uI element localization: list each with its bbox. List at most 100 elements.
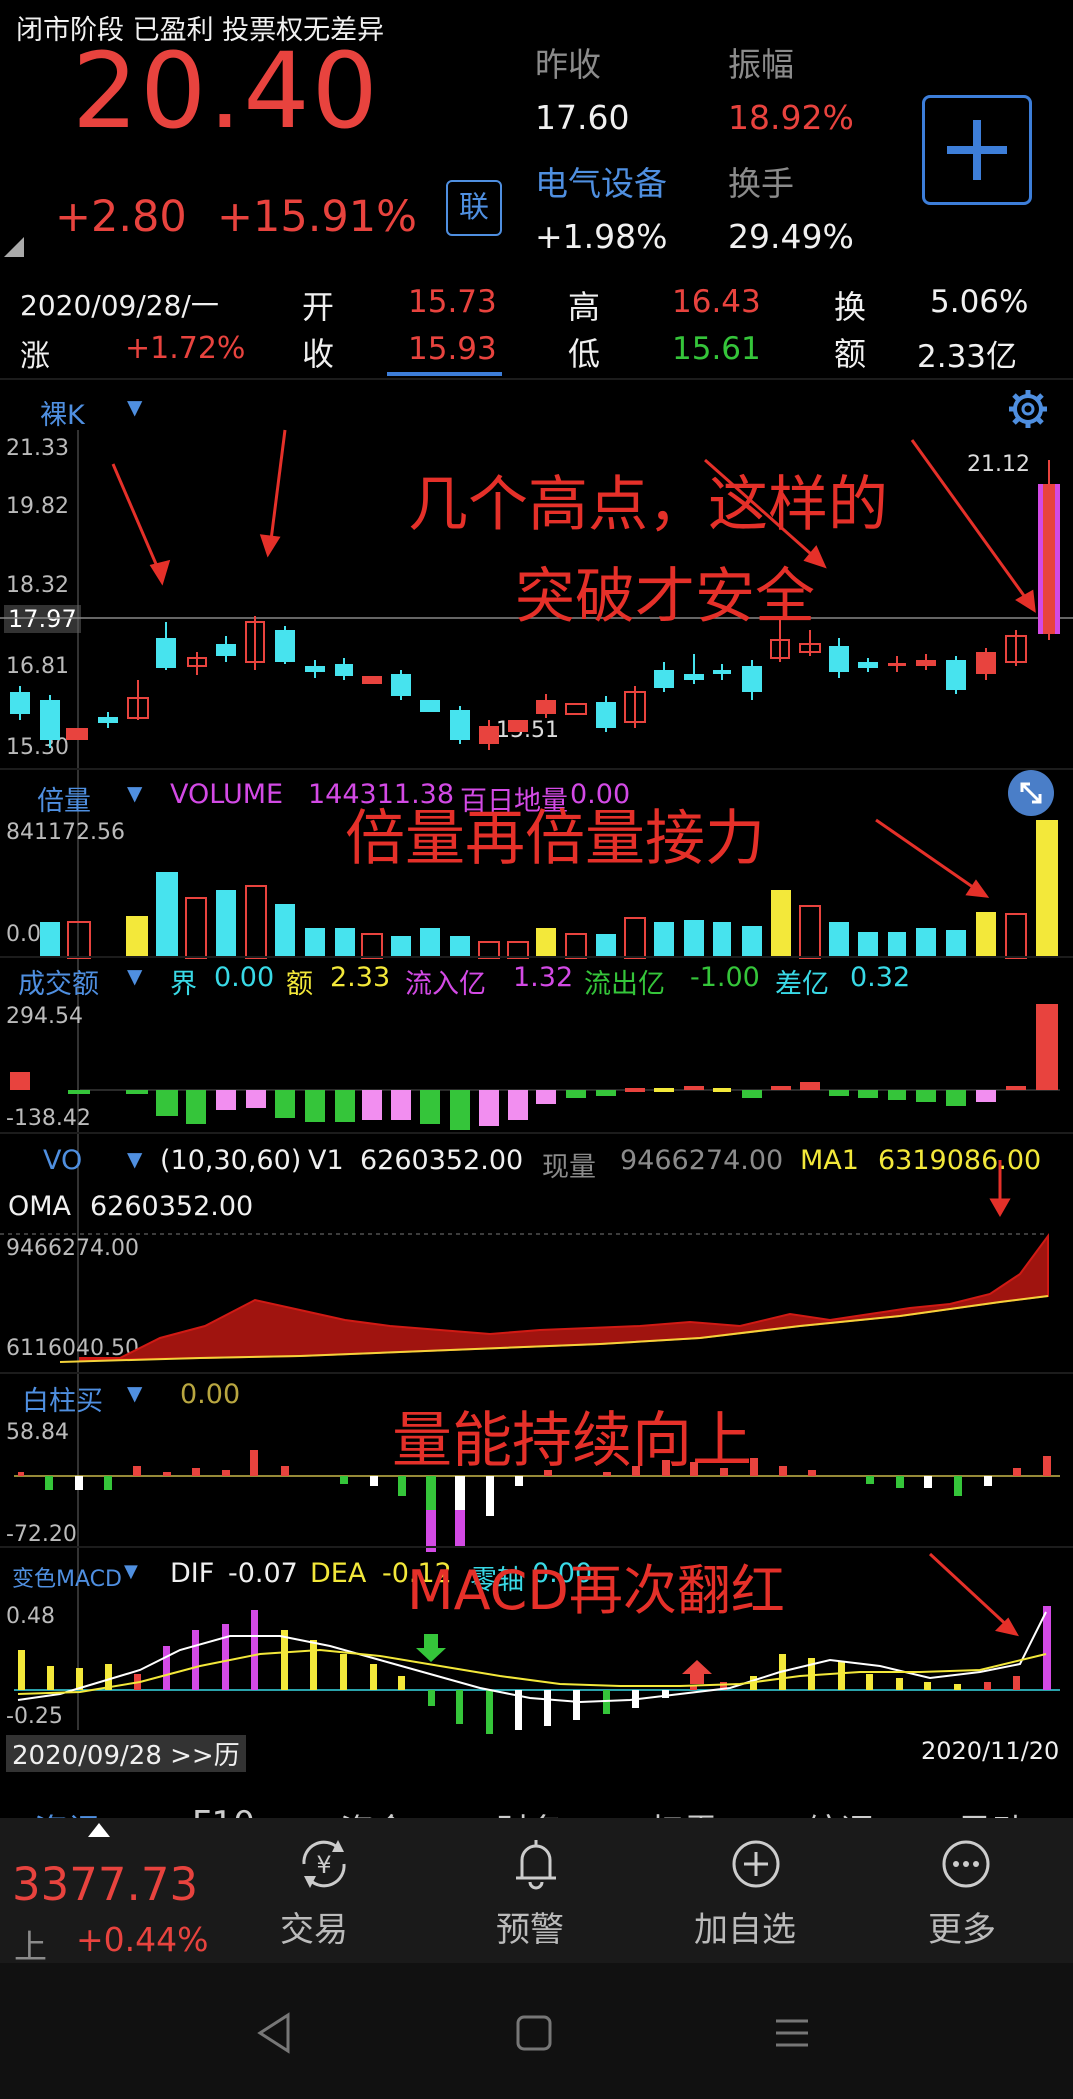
kline-annotation-line1: 几个高点，这样的 bbox=[408, 470, 888, 540]
open-label: 开 bbox=[302, 288, 335, 326]
in-value: 1.32 bbox=[513, 962, 574, 993]
turnover-chart bbox=[10, 1004, 1060, 1130]
lian-badge[interactable]: 联 bbox=[446, 180, 502, 236]
more-button[interactable]: 更多 bbox=[906, 1836, 1026, 1954]
alert-label: 预警 bbox=[496, 1910, 564, 1950]
amplitude-value: 18.92% bbox=[728, 98, 854, 137]
chevron-down-icon[interactable]: ▼ bbox=[127, 1147, 142, 1171]
zhang-label: 涨 bbox=[20, 339, 50, 374]
jie-label: 界 bbox=[170, 969, 197, 1000]
prev-close-label: 昨收 bbox=[535, 45, 601, 84]
sector-change: +1.98% bbox=[535, 217, 668, 256]
macd-dif-value: -0.07 bbox=[228, 1558, 298, 1589]
high-value: 16.43 bbox=[672, 284, 761, 320]
kline-title[interactable]: 裸K bbox=[40, 393, 85, 432]
prev-close-value: 17.60 bbox=[535, 98, 630, 137]
macd-signal-arrows bbox=[416, 1634, 712, 1684]
vo-title[interactable]: VO bbox=[43, 1145, 82, 1176]
trade-label: 交易 bbox=[280, 1910, 348, 1950]
amplitude-label: 振幅 bbox=[728, 45, 794, 84]
low-value: 15.61 bbox=[672, 331, 761, 367]
vo-oma-value: 6260352.00 bbox=[90, 1191, 254, 1222]
e-value: 2.33 bbox=[330, 962, 391, 993]
trade-button[interactable]: ¥ 交易 bbox=[264, 1836, 384, 1954]
active-underline bbox=[387, 372, 502, 376]
turnover-bars bbox=[10, 1004, 1058, 1130]
macd-dea-label: DEA bbox=[310, 1558, 367, 1589]
macd-title[interactable]: 变色MACD bbox=[12, 1561, 122, 1593]
diff-value: 0.32 bbox=[850, 962, 911, 993]
date-range-end: 2020/11/20 bbox=[921, 1737, 1060, 1765]
vo-chart bbox=[0, 1160, 1049, 1363]
turnover-label: 换手 bbox=[728, 164, 794, 203]
vo-params: (10,30,60) bbox=[160, 1145, 302, 1176]
volume-indicator: VOLUME bbox=[170, 779, 284, 810]
macd-chart bbox=[14, 1552, 1060, 1734]
more-label: 更多 bbox=[928, 1910, 996, 1950]
index-value[interactable]: 3377.73 bbox=[12, 1858, 198, 1911]
add-favorite-button[interactable]: 加自选 bbox=[686, 1836, 826, 1954]
add-favorite-label: 加自选 bbox=[694, 1910, 796, 1950]
sector-link[interactable]: 电气设备 bbox=[535, 157, 667, 205]
vo-now-value: 9466274.00 bbox=[620, 1145, 784, 1176]
out-label: 流出亿 bbox=[584, 969, 665, 1000]
chevron-down-icon[interactable]: ▼ bbox=[127, 781, 142, 805]
chevron-down-icon[interactable]: ▼ bbox=[124, 1561, 138, 1582]
jie-value: 0.00 bbox=[214, 962, 275, 993]
caret-up-icon bbox=[88, 1823, 110, 1837]
open-value: 15.73 bbox=[408, 284, 497, 320]
day-date: 2020/09/28/一 bbox=[20, 289, 219, 322]
vo-v1-value: 6260352.00 bbox=[360, 1145, 524, 1176]
in-label: 流入亿 bbox=[405, 969, 486, 1000]
macd-dif-line bbox=[17, 1611, 1047, 1704]
vo-oma-label: OMA bbox=[8, 1191, 72, 1222]
date-range-start[interactable]: 2020/09/28 >>历 bbox=[6, 1735, 246, 1772]
vo-ma1-label: MA1 bbox=[800, 1145, 859, 1176]
kline-annotation-line2: 突破才安全 bbox=[515, 562, 815, 632]
baizhu-value: 0.00 bbox=[180, 1379, 241, 1410]
volume-arrow bbox=[875, 818, 990, 898]
vo-v1-label: V1 bbox=[308, 1145, 344, 1176]
back-triangle-icon[interactable] bbox=[254, 2011, 294, 2055]
vo-now-label: 现量 bbox=[542, 1152, 596, 1183]
price-change: +2.80 bbox=[55, 192, 187, 242]
vo-area bbox=[79, 1232, 1049, 1362]
out-value: -1.00 bbox=[690, 962, 760, 993]
svg-text:¥: ¥ bbox=[316, 1851, 331, 1879]
recents-menu-icon[interactable] bbox=[772, 2013, 812, 2053]
amount-value: 2.33亿 bbox=[917, 339, 1018, 375]
chevron-down-icon[interactable]: ▼ bbox=[127, 964, 142, 988]
alert-button[interactable]: 预警 bbox=[476, 1836, 596, 1954]
e-label: 额 bbox=[286, 969, 313, 1000]
add-watchlist-button[interactable] bbox=[922, 95, 1032, 205]
corner-triangle-icon bbox=[4, 237, 24, 257]
zhang-value: +1.72% bbox=[125, 331, 246, 366]
low-label: 低 bbox=[568, 335, 601, 373]
volume-chart bbox=[40, 818, 1058, 959]
huan-label: 换 bbox=[834, 288, 867, 326]
baizhu-chart bbox=[14, 1450, 1060, 1552]
index-change: +0.44% bbox=[76, 1920, 209, 1959]
macd-dea-line bbox=[17, 1648, 1047, 1695]
current-price: 20.40 bbox=[72, 30, 380, 152]
high-label: 高 bbox=[568, 288, 601, 326]
macd-dif-label: DIF bbox=[170, 1558, 215, 1589]
yen-exchange-icon: ¥ bbox=[302, 1840, 346, 1888]
index-name: 上 bbox=[14, 1927, 47, 1966]
chevron-down-icon[interactable]: ▼ bbox=[127, 1381, 142, 1405]
plus-circle-icon bbox=[732, 1840, 780, 1888]
close-value: 15.93 bbox=[408, 331, 497, 367]
diff-label: 差亿 bbox=[775, 969, 829, 1000]
turnover-panel-title[interactable]: 成交额 bbox=[18, 962, 99, 1001]
home-square-icon[interactable] bbox=[514, 2013, 554, 2053]
close-label: 收 bbox=[302, 335, 335, 373]
settings-gear-icon[interactable] bbox=[1006, 387, 1050, 431]
more-dots-icon bbox=[942, 1840, 990, 1888]
baizhu-bars bbox=[18, 1450, 1051, 1552]
turnover-value: 29.49% bbox=[728, 217, 854, 256]
chevron-down-icon[interactable]: ▼ bbox=[127, 395, 142, 419]
price-change-pct: +15.91% bbox=[217, 192, 417, 242]
vo-ma1-value: 6319086.00 bbox=[878, 1145, 1042, 1176]
macd-arrow bbox=[928, 1552, 1019, 1637]
bell-icon bbox=[516, 1840, 556, 1890]
